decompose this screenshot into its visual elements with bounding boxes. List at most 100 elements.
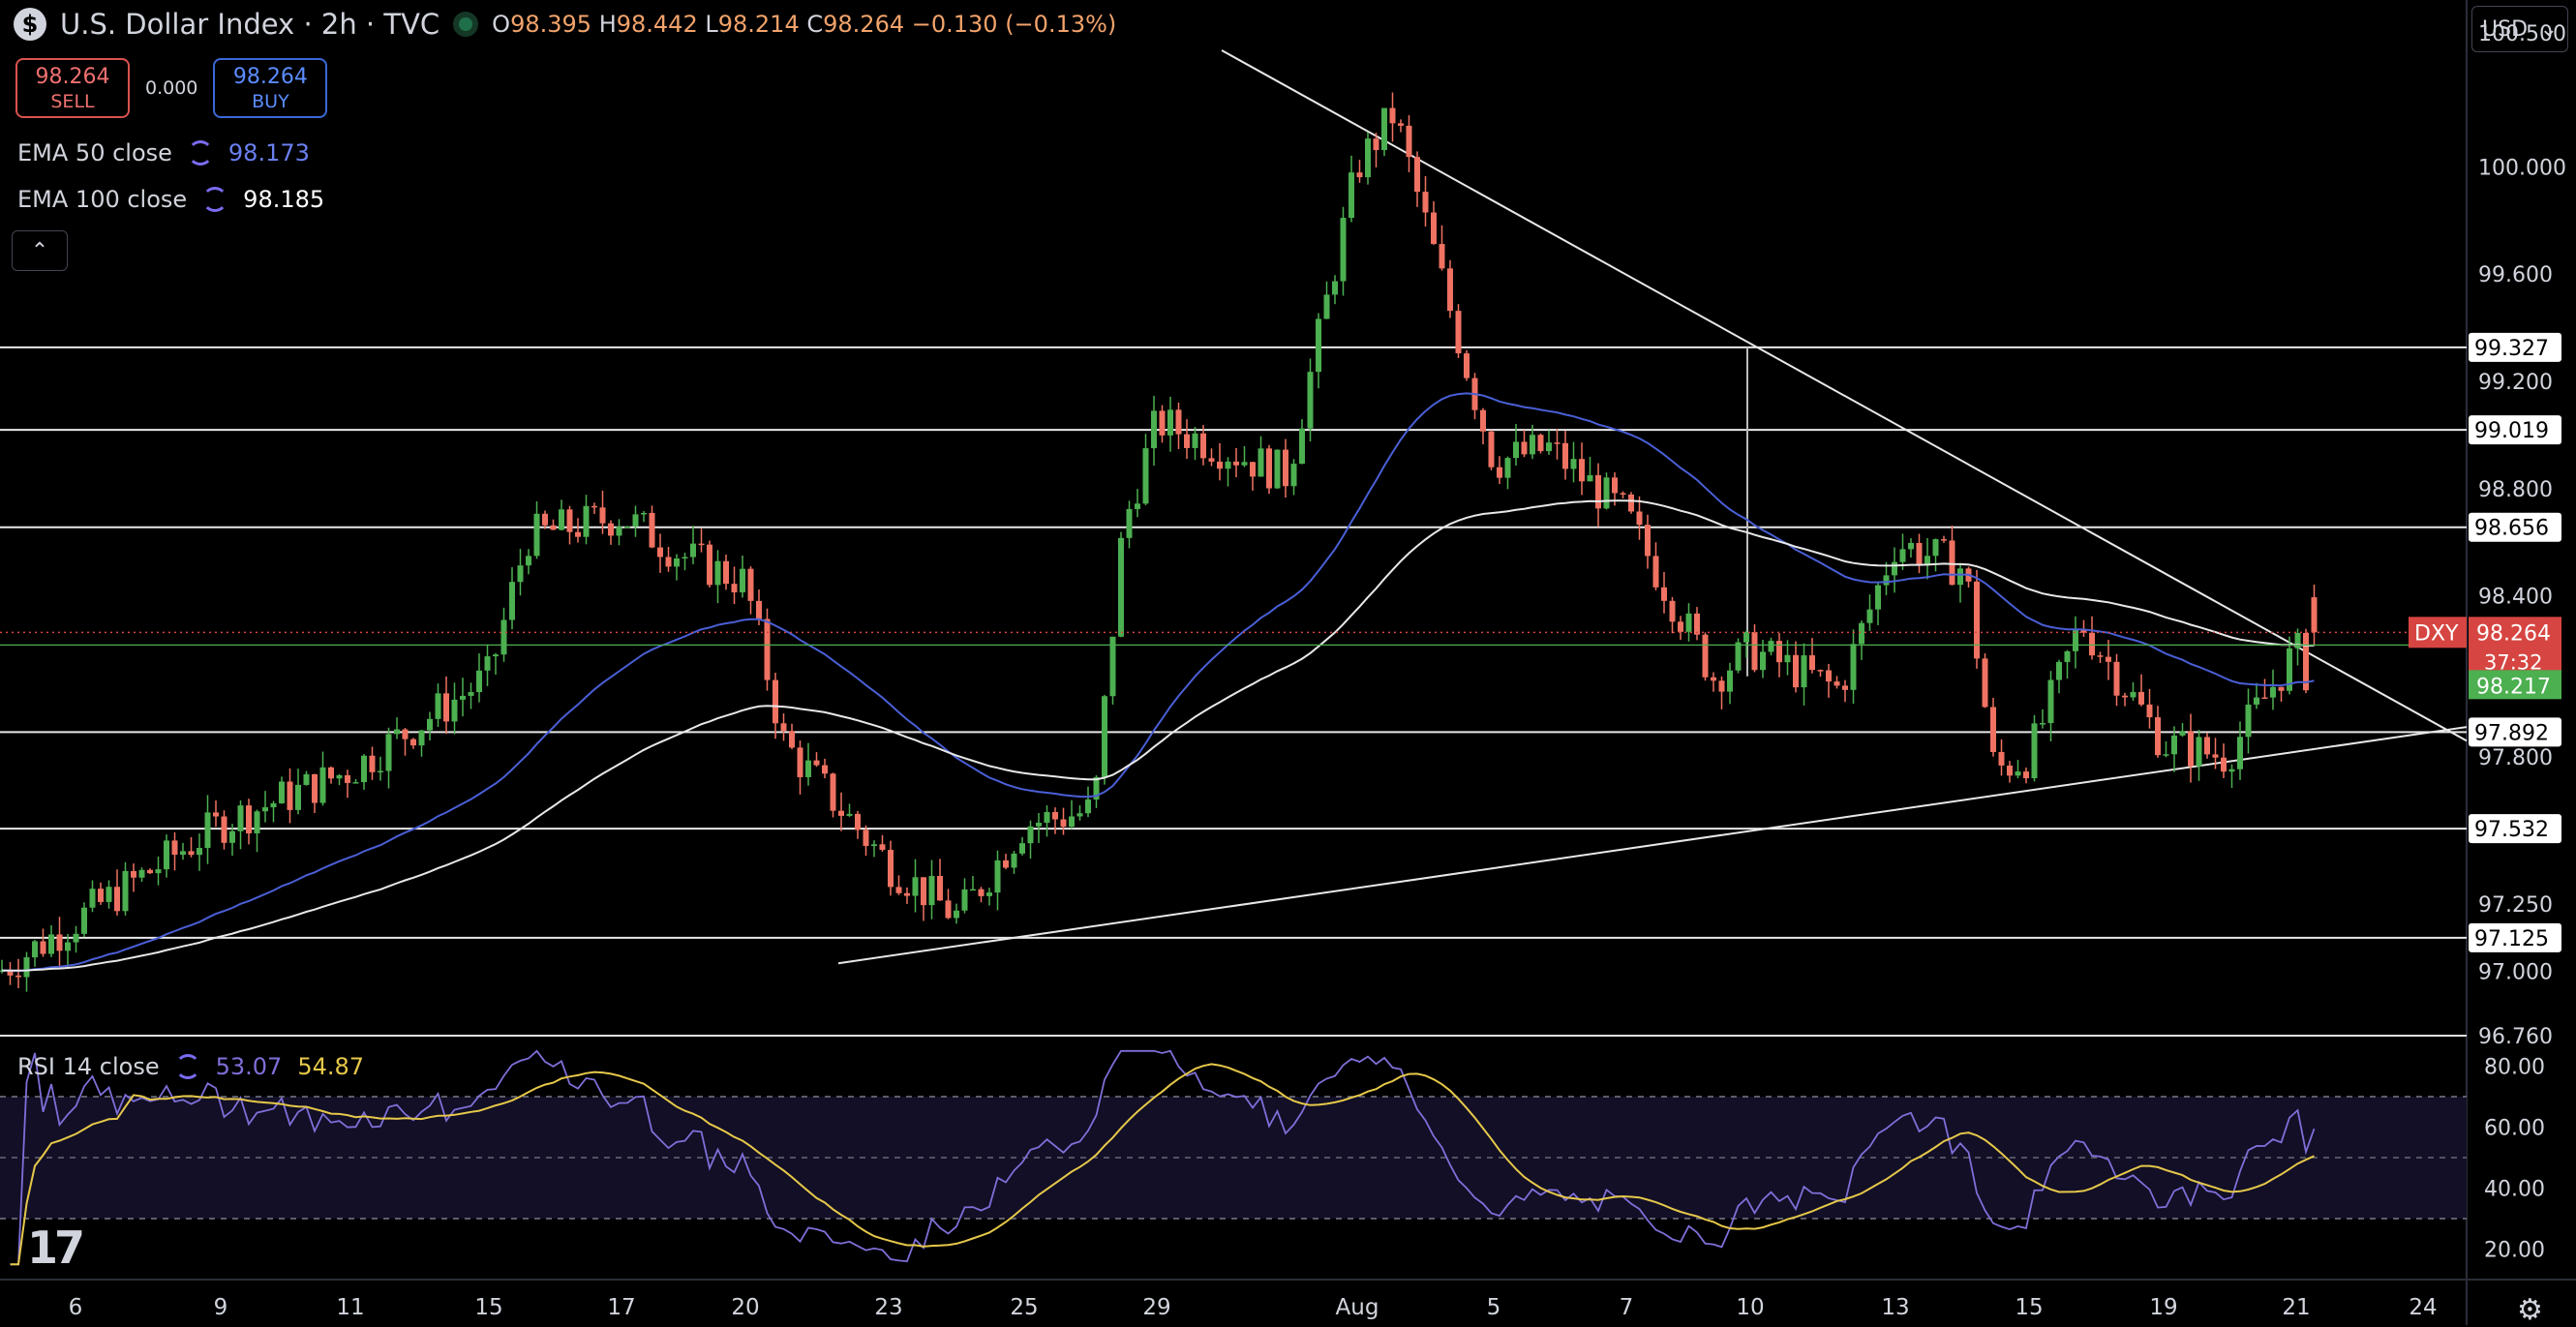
time-tick-label: 6	[69, 1295, 83, 1320]
candle	[2278, 686, 2285, 691]
candle	[1290, 464, 1297, 487]
collapse-legend-button[interactable]: ⌃	[12, 230, 68, 271]
refresh-icon[interactable]	[202, 187, 228, 212]
candle	[328, 767, 334, 779]
market-status-icon[interactable]	[453, 12, 479, 37]
candle	[2270, 686, 2276, 698]
candle	[682, 557, 688, 559]
candle	[904, 892, 910, 896]
candle	[674, 558, 680, 567]
candle	[1118, 537, 1124, 637]
rsi-label: RSI 14 close	[17, 1053, 160, 1080]
refresh-icon[interactable]	[174, 1054, 200, 1079]
candle	[1488, 431, 1495, 467]
rsi-tick-label: 20.00	[2484, 1239, 2545, 1263]
ema100-legend[interactable]: EMA 100 close 98.185	[17, 186, 324, 213]
buy-button[interactable]: 98.264 BUY	[213, 58, 328, 118]
candle	[378, 770, 383, 772]
candle	[1365, 138, 1371, 178]
candle	[2294, 632, 2301, 648]
candle	[246, 805, 252, 833]
currency-select[interactable]: USD ⌄	[2471, 6, 2568, 52]
close-value: 98.264	[823, 11, 905, 38]
candle	[1776, 641, 1782, 663]
candle	[1142, 448, 1149, 504]
rsi-legend[interactable]: RSI 14 close 53.07 54.87	[17, 1053, 364, 1080]
gear-icon[interactable]: ⚙	[2517, 1293, 2543, 1327]
candle	[2056, 661, 2062, 680]
candle	[830, 773, 836, 811]
candle	[1612, 477, 1618, 494]
sell-price: 98.264	[35, 64, 110, 89]
candle	[1974, 581, 1980, 659]
candle	[1892, 561, 1897, 576]
sell-button[interactable]: 98.264 SELL	[15, 58, 130, 118]
candle	[361, 755, 367, 783]
ema100-label: EMA 100 close	[17, 186, 188, 213]
candle	[1570, 459, 1577, 469]
chevron-up-icon: ⌃	[30, 238, 49, 263]
rsi-ma-value: 54.87	[297, 1053, 365, 1080]
level-price-label: 97.532	[2474, 818, 2549, 842]
ema100-value: 98.185	[243, 186, 325, 213]
candle	[213, 812, 219, 817]
candle	[1661, 587, 1667, 601]
level-price-label: 99.327	[2474, 337, 2549, 361]
candle	[871, 844, 877, 847]
candle	[928, 876, 935, 906]
candle	[229, 830, 235, 843]
candle	[402, 729, 409, 739]
candle	[1883, 575, 1890, 586]
candle	[1126, 508, 1133, 538]
candle	[303, 773, 310, 785]
candle	[2064, 650, 2071, 662]
time-tick-label: 21	[2282, 1295, 2310, 1320]
candle	[2015, 771, 2021, 776]
candle	[1998, 751, 2005, 766]
refresh-icon[interactable]	[187, 140, 213, 166]
candle	[1003, 860, 1009, 868]
candle	[1579, 459, 1585, 482]
candle	[1069, 816, 1075, 828]
candle	[1826, 670, 1832, 682]
candle	[2023, 771, 2029, 779]
time-tick-label: 25	[1010, 1295, 1038, 1320]
candle	[500, 619, 507, 655]
candle	[1735, 642, 1742, 671]
tradingview-logo[interactable]: 17	[27, 1221, 85, 1274]
candle	[707, 544, 712, 586]
candle	[986, 892, 992, 896]
rsi-value: 53.07	[215, 1053, 283, 1080]
ema50-label: EMA 50 close	[17, 139, 172, 166]
candle	[1274, 449, 1281, 489]
ema50-legend[interactable]: EMA 50 close 98.173	[17, 139, 310, 166]
time-tick-label: 13	[1881, 1295, 1909, 1320]
candle	[756, 600, 762, 619]
candle	[533, 513, 540, 557]
candle	[1908, 542, 1914, 550]
candle	[526, 556, 531, 566]
level-price-label: 99.019	[2474, 419, 2549, 443]
candle	[1398, 123, 1404, 126]
chart-canvas[interactable]: 100.500100.00099.60099.20098.80098.40097…	[0, 0, 2576, 1325]
candle	[2228, 769, 2235, 772]
candle	[410, 739, 416, 746]
symbol-title[interactable]: U.S. Dollar Index · 2h · TVC	[60, 8, 439, 41]
open-value: 98.395	[510, 11, 592, 38]
candle	[1850, 644, 1857, 690]
candle	[468, 692, 474, 696]
rsi-tick-label: 40.00	[2484, 1178, 2545, 1202]
buy-label: BUY	[252, 90, 289, 112]
spread-value: 0.000	[145, 77, 198, 99]
candle	[48, 934, 54, 954]
high-value: 98.442	[616, 11, 698, 38]
candle	[773, 679, 778, 724]
candle	[418, 730, 425, 746]
candle	[1504, 458, 1511, 478]
candle	[1694, 613, 1700, 635]
candle	[970, 889, 976, 891]
candles-group	[0, 92, 2318, 992]
candle	[385, 734, 392, 771]
currency-value: USD	[2482, 16, 2529, 42]
candle	[1109, 636, 1116, 697]
